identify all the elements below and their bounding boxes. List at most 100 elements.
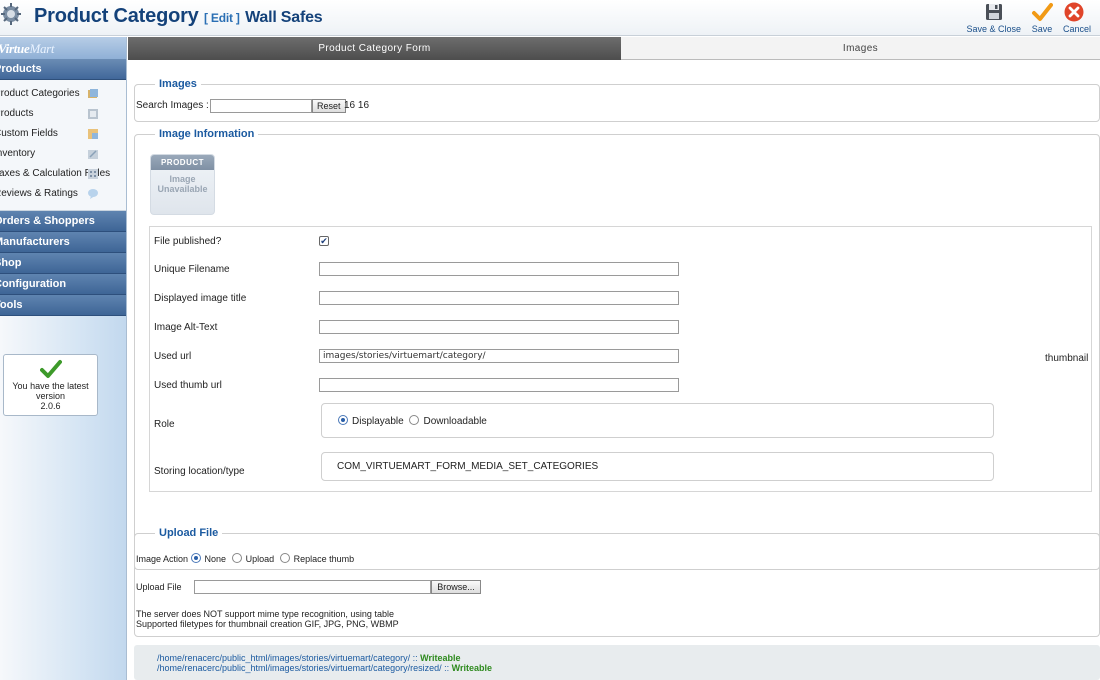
sidebar-section-shop[interactable]: Shop [0, 253, 126, 274]
images-legend: Images [159, 78, 197, 90]
image-title-label: Displayed image title [154, 293, 247, 304]
image-action-row: Image Action None Upload Replace thumb [136, 553, 357, 564]
storage-path-2: /home/renacerc/public_html/images/storie… [157, 663, 452, 673]
calculator-icon [88, 169, 98, 179]
cancel-x-icon [1064, 2, 1084, 22]
writeable-status: Writeable [420, 653, 461, 663]
page-title-main: Product Category [34, 5, 199, 27]
image-unavailable-placeholder: PRODUCT Image Unavailable [150, 154, 215, 215]
mime-support-note: The server does NOT support mime type re… [136, 609, 394, 619]
storage-path-category: /home/renacerc/public_html/images/storie… [157, 653, 460, 663]
page-title-edit: [ Edit ] [203, 11, 240, 25]
tab-product-category-form[interactable]: Product Category Form [128, 37, 621, 60]
main-content: Images Search Images : Reset 16 16 Image… [128, 60, 1100, 680]
cancel-button[interactable]: Cancel [1058, 1, 1100, 34]
version-line-2: version [35, 391, 65, 401]
storing-location-value: COM_VIRTUEMART_FORM_MEDIA_SET_CATEGORIES [337, 461, 599, 472]
sidebar-item-label: Inventory [0, 148, 36, 159]
sidebar-section-tools[interactable]: Tools [0, 295, 126, 316]
sidebar-item-label: Reviews & Ratings [0, 188, 78, 199]
storage-path-resized: /home/renacerc/public_html/images/storie… [157, 663, 492, 673]
image-alt-input[interactable] [319, 320, 679, 334]
page-title: Product Category [ Edit ] Wall Safes [34, 5, 323, 28]
sidebar-item-products[interactable]: Products [0, 104, 126, 124]
joomla-logo-icon [1, 3, 21, 25]
storage-path-1: /home/renacerc/public_html/images/storie… [157, 653, 421, 663]
sidebar-section-orders[interactable]: Orders & Shoppers [0, 211, 126, 232]
green-check-icon [39, 360, 62, 378]
tab-images[interactable]: Images [621, 37, 1100, 60]
page-title-item: Wall Safes [245, 9, 323, 26]
sidebar-item-label: Custom Fields [0, 128, 58, 139]
action-upload-radio[interactable] [231, 553, 242, 563]
role-displayable-radio[interactable] [338, 415, 348, 425]
image-alt-label: Image Alt-Text [154, 322, 218, 333]
storing-location-box: COM_VIRTUEMART_FORM_MEDIA_SET_CATEGORIES [321, 452, 994, 481]
version-number: 2.0.6 [40, 401, 61, 411]
unique-filename-label: Unique Filename [154, 264, 230, 275]
sidebar-item-taxes[interactable]: Taxes & Calculation Rules [0, 164, 126, 184]
sidebar-section-products[interactable]: Products [0, 59, 126, 80]
action-none-label: None [204, 554, 227, 564]
inventory-icon [88, 150, 98, 159]
sidebar: VirtueMart Products Product Categories P… [0, 37, 127, 680]
save-label: Save [1031, 24, 1053, 34]
image-title-input[interactable] [319, 291, 679, 305]
upload-file-input[interactable] [194, 580, 431, 594]
image-details-box: File published? ✔ Unique Filename Displa… [149, 226, 1092, 492]
storing-location-label: Storing location/type [154, 466, 245, 477]
role-downloadable-label: Downloadable [423, 416, 487, 427]
sidebar-item-inventory[interactable]: Inventory [0, 144, 126, 164]
role-options-box: Displayable Downloadable [321, 403, 994, 438]
brand-virtue: Virtue [0, 41, 30, 56]
custom-fields-icon [88, 129, 98, 139]
sidebar-item-label: Products [0, 108, 34, 119]
file-published-label: File published? [154, 236, 222, 247]
sidebar-item-reviews[interactable]: Reviews & Ratings [0, 184, 126, 204]
upload-file-label: Upload File [136, 582, 182, 592]
search-images-label: Search Images : [136, 100, 209, 111]
floppy-disk-icon [985, 4, 1002, 20]
placeholder-product-text: PRODUCT [151, 155, 214, 170]
version-line-1: You have the latest [12, 381, 89, 391]
image-count: 16 16 [344, 100, 370, 111]
save-button[interactable]: Save [1026, 1, 1058, 34]
save-close-button[interactable]: Save & Close [961, 1, 1026, 34]
used-url-label: Used url [154, 351, 192, 362]
version-status-box: You have the latest version 2.0.6 [3, 354, 98, 416]
browse-button[interactable]: Browse... [431, 580, 481, 594]
role-label: Role [154, 419, 175, 430]
role-downloadable-radio[interactable] [409, 415, 420, 425]
sidebar-item-product-categories[interactable]: Product Categories [0, 84, 126, 104]
checkmark-icon [1032, 3, 1053, 21]
form-tabs: Product Category Form Images [128, 37, 1100, 60]
thumbnail-text: thumbnail [1045, 353, 1089, 364]
file-published-checkbox[interactable]: ✔ [319, 236, 329, 246]
search-images-input[interactable] [210, 99, 312, 113]
action-none-radio[interactable] [190, 553, 201, 563]
category-icon [88, 89, 98, 98]
header-bar: Product Category [ Edit ] Wall Safes Sav… [0, 0, 1100, 36]
action-replace-thumb-label: Replace thumb [293, 554, 355, 564]
reset-button[interactable]: Reset [312, 99, 346, 113]
upload-file-legend: Upload File [159, 527, 219, 539]
unique-filename-input[interactable] [319, 262, 679, 276]
placeholder-image-text: Image [169, 174, 196, 184]
cancel-label: Cancel [1063, 24, 1092, 34]
save-close-label: Save & Close [966, 24, 1021, 34]
virtuemart-logo: VirtueMart [0, 37, 126, 59]
role-radio-group: Displayable Downloadable [338, 415, 490, 427]
image-action-label: Image Action [136, 554, 189, 564]
supported-filetypes-note: Supported filetypes for thumbnail creati… [136, 619, 399, 629]
sidebar-item-custom-fields[interactable]: Custom Fields [0, 124, 126, 144]
role-displayable-label: Displayable [352, 416, 404, 427]
placeholder-unavailable-text: Unavailable [157, 184, 208, 194]
sidebar-section-manufacturers[interactable]: Manufacturers [0, 232, 126, 253]
used-url-input[interactable]: images/stories/virtuemart/category/ [319, 349, 679, 363]
storage-paths-box: /home/renacerc/public_html/images/storie… [134, 645, 1100, 680]
used-thumb-url-input[interactable] [319, 378, 679, 392]
action-replace-thumb-radio[interactable] [279, 553, 290, 563]
writeable-status: Writeable [451, 663, 492, 673]
sidebar-section-configuration[interactable]: Configuration [0, 274, 126, 295]
speech-bubble-icon [88, 189, 98, 199]
